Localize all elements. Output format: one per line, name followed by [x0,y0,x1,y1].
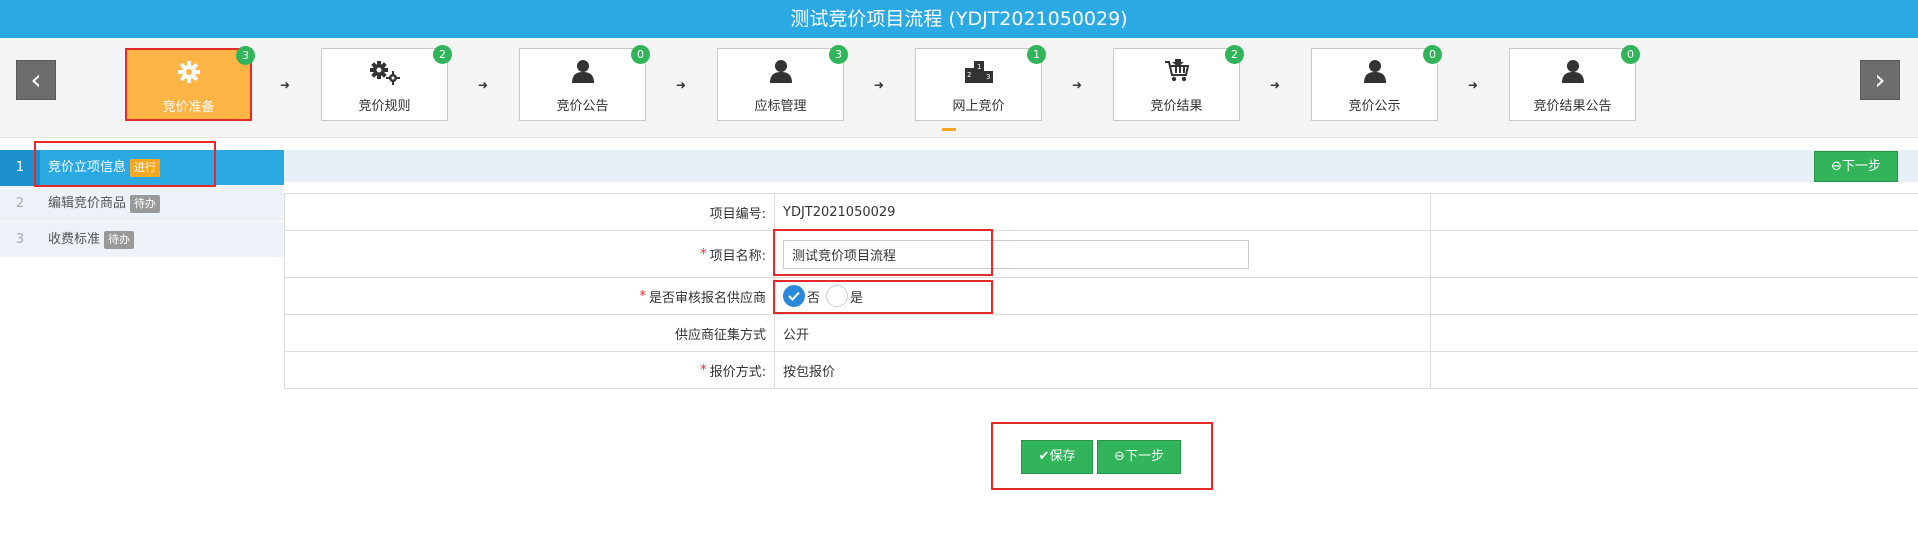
user-icon [1510,59,1635,85]
project-info-form: 项目编号: YDJT2021050029 *项目名称: *是否审核报名供应商 否… [284,193,1918,389]
radio-yes[interactable] [826,285,849,307]
count-badge: 3 [236,46,255,65]
arrow-circle-icon: ⊖ [1114,449,1125,464]
step-label: 竞价准备 [162,100,215,115]
step-bid-publicity[interactable]: 竞价公示 0 [1311,45,1442,121]
supplier-method-value: 公开 [783,327,810,343]
action-strip [284,150,1918,182]
count-badge: 0 [1423,45,1442,64]
next-step-button[interactable]: ⊖下一步 [1097,440,1181,474]
step-label: 竞价公告 [556,99,609,114]
row-project-no: 项目编号: YDJT2021050029 [285,194,1918,231]
step-number: 3 [15,232,25,247]
step-tender-management[interactable]: 应标管理 3 [717,45,848,121]
step-label: 网上竞价 [952,99,1005,114]
nav-item-edit-goods[interactable]: 2 编辑竞价商品 待办 [0,186,284,222]
step-label: 竞价结果公告 [1533,99,1612,114]
row-quote-method: * 报价方式: 按包报价 [285,352,1918,389]
step-label: 竞价规则 [358,99,411,114]
arrow-circle-icon: ⊖ [1831,159,1842,174]
nav-item-fee-standard[interactable]: 3 收费标准 待办 [0,222,284,258]
status-badge: 待办 [104,230,135,249]
next-step-button-top[interactable]: ⊖下一步 [1814,151,1898,182]
user-icon [520,59,645,85]
step-number: 2 [15,196,25,211]
project-name-input[interactable] [783,239,1249,269]
user-icon [718,59,843,85]
arrow-icon: ➜ [1468,78,1479,92]
count-badge: 3 [829,45,848,64]
step-online-bidding[interactable]: 123 网上竞价 1 [915,45,1046,121]
nav-item-label: 竞价立项信息 [48,160,127,175]
podium-icon: 12 3 [916,59,1041,85]
step-bid-result[interactable]: 竞价结果 2 [1113,45,1244,121]
user-icon [1312,59,1437,85]
row-supplier-method: 供应商征集方式 公开 [285,315,1918,352]
step-label: 竞价结果 [1150,99,1203,114]
row-project-name: * 项目名称: [285,231,1918,278]
step-label: 应标管理 [754,99,807,114]
step-number: 1 [0,150,40,186]
cart-icon [1114,59,1239,85]
arrow-icon: ➜ [676,78,687,92]
quote-method-value: 按包报价 [783,364,836,380]
save-button[interactable]: ✔保存 [1021,440,1093,474]
gear-icon [127,60,250,86]
field-label: 是否审核报名供应商 [648,290,766,306]
status-badge: 待办 [130,194,161,213]
svg-text:2: 2 [967,71,971,79]
row-audit-supplier: * 是否审核报名供应商 否 是 [285,278,1918,315]
field-label: 供应商征集方式 [674,327,766,343]
svg-text:1: 1 [977,63,981,71]
page-title: 测试竞价项目流程 (YDJT2021050029) [0,0,1918,38]
arrow-icon: ➜ [874,78,885,92]
step-bid-result-announcement[interactable]: 竞价结果公告 0 [1509,45,1640,121]
arrow-icon: ➜ [1270,78,1281,92]
count-badge: 2 [1225,45,1244,64]
field-label: 报价方式: [709,364,766,380]
nav-item-label: 编辑竞价商品 [48,196,127,211]
count-badge: 2 [433,45,452,64]
status-badge: 进行 [130,158,161,177]
count-badge: 0 [631,45,650,64]
count-badge: 0 [1621,45,1640,64]
field-label: 项目编号: [709,206,766,222]
field-label: 项目名称: [709,248,766,264]
nav-item-project-info[interactable]: 1 竞价立项信息 进行 [0,150,284,186]
prev-arrow-button[interactable]: ‹ [16,60,56,100]
step-bid-announcement[interactable]: 竞价公告 0 [519,45,650,121]
radio-no-label: 否 [807,290,821,306]
next-arrow-button[interactable]: › [1860,60,1900,100]
current-step-indicator [942,128,956,131]
gears-icon [322,59,447,85]
arrow-icon: ➜ [1072,78,1083,92]
radio-no[interactable] [783,285,805,307]
arrow-icon: ➜ [280,78,291,92]
left-step-nav: 1 竞价立项信息 进行 2 编辑竞价商品 待办 3 收费标准 待办 [0,150,284,258]
step-bid-rules[interactable]: 竞价规则 2 [321,45,452,121]
arrow-icon: ➜ [478,78,489,92]
nav-item-label: 收费标准 [48,232,101,247]
count-badge: 1 [1027,45,1046,64]
radio-yes-label: 是 [850,290,864,306]
svg-text:3: 3 [986,73,990,81]
project-no-value: YDJT2021050029 [783,204,896,220]
step-label: 竞价公示 [1348,99,1401,114]
step-bid-preparation[interactable]: 竞价准备 3 [125,46,255,121]
workflow-steps-bar: ‹ 竞价准备 3 ➜ 竞价规则 2 ➜ 竞价公告 0 ➜ 应标管理 3 ➜ 12… [0,38,1918,138]
check-icon: ✔ [1038,449,1050,464]
